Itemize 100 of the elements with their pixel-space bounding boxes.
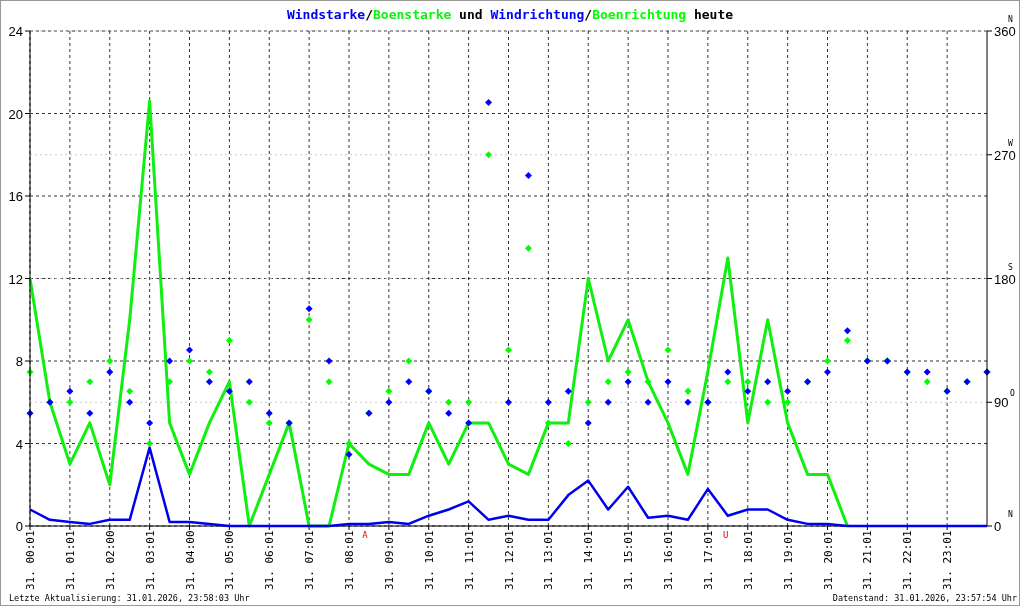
- gust-direction-point: [265, 419, 273, 427]
- wind-direction-point: [923, 368, 931, 376]
- axis-tick-label: 31. 07:01: [303, 530, 317, 590]
- wind-direction-point: [644, 398, 652, 406]
- wind-direction-point: [285, 419, 293, 427]
- gust-direction-point: [186, 357, 193, 365]
- wind-direction-point: [166, 357, 174, 365]
- wind-direction-point: [664, 378, 672, 386]
- wind-direction-point: [385, 398, 393, 406]
- gust-direction-point: [824, 357, 831, 365]
- gust-direction-point: [604, 378, 612, 386]
- gust-direction-point: [205, 368, 213, 376]
- wind-direction-point: [963, 378, 971, 386]
- compass-letter: O: [1010, 389, 1015, 399]
- compass-letter: W: [1008, 138, 1013, 148]
- gust-direction-point: [106, 357, 114, 365]
- gust-direction-point: [744, 378, 752, 386]
- wind-direction-point: [704, 398, 712, 406]
- gust-direction-point: [505, 346, 512, 354]
- gust-direction-point: [564, 440, 572, 447]
- compass-letter: S: [1008, 262, 1013, 272]
- gust-direction-point: [524, 244, 532, 252]
- wind-direction-point: [86, 409, 94, 417]
- axis-tick-label: 31. 19:01: [781, 530, 795, 590]
- wind-direction-point: [764, 378, 772, 386]
- axis-tick-label: 31. 23:01: [941, 530, 955, 590]
- wind-direction-point: [106, 368, 114, 376]
- wind-direction-point: [983, 368, 991, 376]
- gust-direction-point: [225, 336, 233, 344]
- gust-direction-point: [684, 387, 692, 395]
- axis-tick-label: 12: [8, 271, 23, 287]
- wind-direction-point: [544, 398, 552, 406]
- gust-direction-point: [445, 398, 453, 406]
- axis-tick-label: 31. 06:01: [263, 530, 277, 590]
- axis-tick-label: 360: [994, 24, 1016, 39]
- gust-direction-point: [305, 316, 313, 324]
- data-timestamp-text: Datenstand: 31.01.2026, 23:57:54 Uhr: [832, 593, 1017, 603]
- event-marker: A: [362, 530, 368, 540]
- compass-letter: N: [1008, 510, 1013, 519]
- axis-tick-label: 31. 02:00: [103, 530, 117, 590]
- wind-direction-point: [903, 368, 911, 376]
- axis-tick-label: 31. 03:01: [143, 530, 157, 590]
- wind-direction-point: [66, 387, 74, 395]
- wind-direction-point: [684, 398, 692, 406]
- axis-tick-label: 31. 21:01: [861, 530, 875, 590]
- axis-tick-label: 16: [8, 189, 23, 204]
- axis-tick-label: 8: [15, 354, 23, 369]
- compass-letter: N: [1008, 15, 1013, 24]
- gust-direction-point: [784, 398, 792, 406]
- axis-tick-label: 31. 13:01: [542, 530, 556, 590]
- wind-direction-point: [46, 398, 54, 406]
- wind-direction-point: [943, 387, 951, 395]
- axis-tick-label: 0: [994, 519, 1002, 534]
- axis-tick-label: 31. 00:01: [24, 530, 37, 590]
- wind-direction-point: [724, 368, 732, 376]
- wind-direction-point: [245, 378, 253, 386]
- wind-direction-point: [126, 398, 134, 406]
- axis-tick-label: 20: [8, 106, 23, 122]
- wind-direction-point: [186, 346, 193, 354]
- gust-direction-point: [843, 336, 851, 344]
- axis-tick-label: 31. 05:00: [223, 530, 237, 590]
- wind-direction-point: [405, 378, 413, 386]
- axis-tick-label: 31. 20:01: [821, 530, 835, 590]
- gust-direction-point: [385, 387, 393, 395]
- axis-tick-label: 31. 04:00: [183, 530, 197, 590]
- wind-direction-point: [225, 387, 233, 395]
- axis-tick-label: 90: [994, 395, 1009, 411]
- gust-direction-point: [485, 151, 493, 159]
- axis-tick-label: 31. 18:01: [741, 530, 755, 590]
- gust-direction-point: [644, 378, 652, 386]
- wind-direction-point: [524, 171, 532, 179]
- axis-tick-label: 31. 01:01: [63, 530, 77, 590]
- wind-direction-point: [445, 409, 453, 417]
- wind-direction-point: [604, 398, 612, 406]
- wind-direction-point: [843, 327, 851, 335]
- chart-title: Windstarke/Boenstarke und Windrichtung/Boenrichtung heute: [286, 7, 734, 22]
- gust-direction-point: [86, 378, 94, 386]
- wind-direction-point: [564, 387, 572, 395]
- axis-tick-label: 24: [8, 24, 23, 39]
- axis-tick-label: 31. 11:01: [462, 530, 476, 590]
- gust-direction-point: [664, 346, 672, 354]
- gust-direction-point: [584, 398, 592, 406]
- last-update-text: Letzte Aktualisierung: 31.01.2026, 23:58:03 Uhr: [9, 593, 250, 603]
- gust-direction-point: [624, 368, 632, 376]
- gust-direction-point: [405, 357, 413, 365]
- axis-tick-label: 31. 17:01: [701, 530, 715, 590]
- wind-direction-point: [425, 387, 433, 395]
- wind-direction-point: [485, 99, 493, 106]
- wind-direction-point: [325, 357, 333, 365]
- wind-direction-point: [624, 378, 632, 386]
- gust-direction-point: [325, 378, 333, 386]
- gust-direction-point: [465, 398, 473, 406]
- wind-direction-point: [146, 419, 154, 427]
- axis-tick-label: 31. 15:01: [622, 530, 636, 590]
- axis-tick-label: 180: [994, 271, 1016, 287]
- gust-direction-point: [245, 398, 253, 406]
- axis-tick-label: 31. 22:01: [901, 530, 915, 590]
- wind-direction-point: [205, 378, 213, 386]
- wind-direction-point: [345, 451, 353, 458]
- wind-direction-point: [265, 409, 273, 417]
